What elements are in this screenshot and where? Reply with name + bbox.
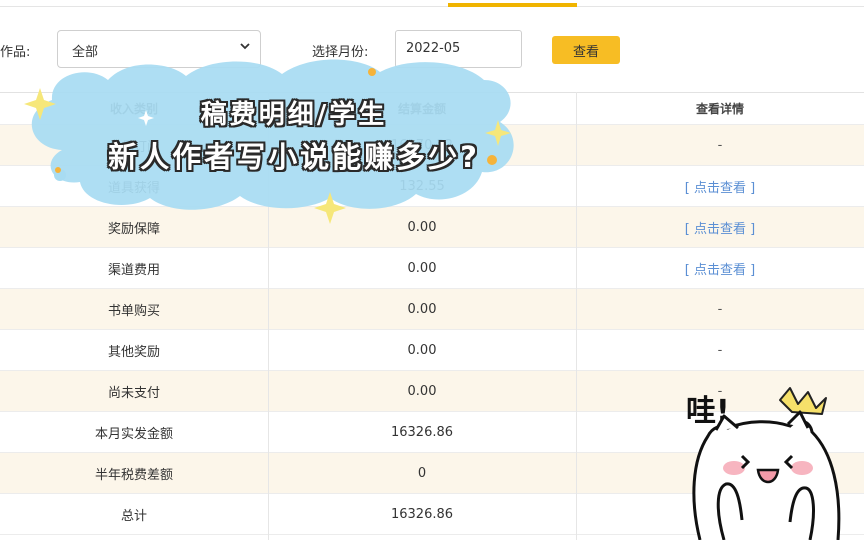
cat-illustration-icon xyxy=(692,387,841,540)
